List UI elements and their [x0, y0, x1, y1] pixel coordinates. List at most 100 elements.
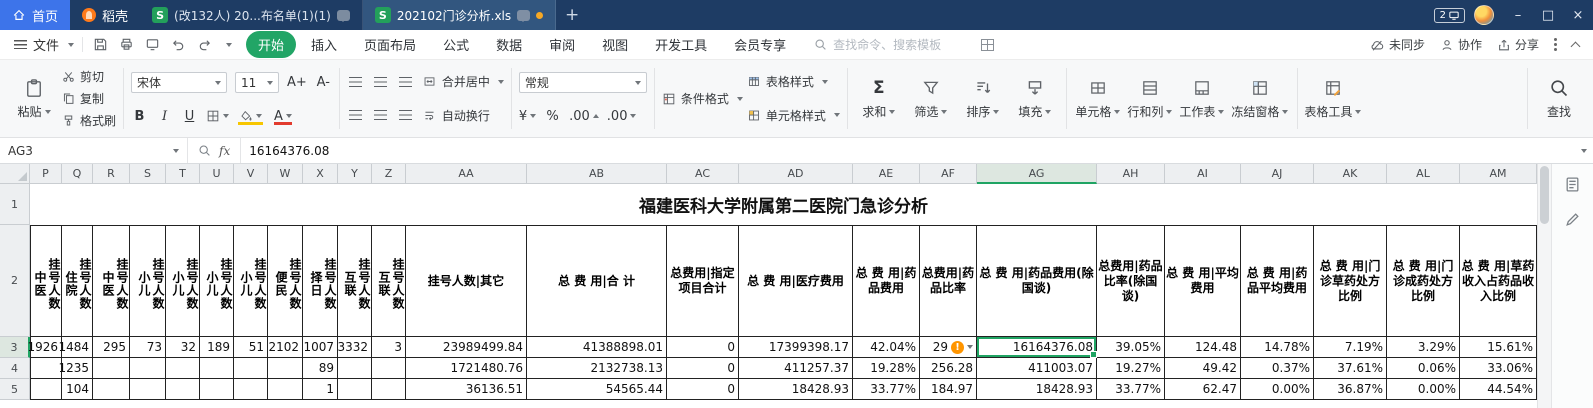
- undo-button[interactable]: [171, 37, 186, 52]
- header-cell-AI[interactable]: 总 费 用|平均费用: [1165, 225, 1241, 337]
- worksheet-button[interactable]: 工作表: [1176, 63, 1228, 134]
- maximize-button[interactable]: □: [1533, 0, 1563, 30]
- row-header-3[interactable]: 3: [0, 337, 30, 358]
- header-cell-Z[interactable]: 挂号人数 互联: [372, 225, 406, 337]
- column-header-AD[interactable]: AD: [739, 164, 853, 184]
- cell-AB4[interactable]: 2132738.13: [527, 358, 667, 379]
- font-name-select[interactable]: 宋体: [131, 72, 228, 93]
- column-header-W[interactable]: W: [268, 164, 303, 184]
- grow-font-button[interactable]: A+: [287, 74, 307, 92]
- sidebar-edit-icon[interactable]: [1564, 211, 1581, 228]
- cell-Q4[interactable]: 1235: [58, 358, 93, 379]
- cell-V3[interactable]: 51: [234, 337, 268, 358]
- cell-AL3[interactable]: 3.29%: [1387, 337, 1460, 358]
- column-header-Y[interactable]: Y: [338, 164, 372, 184]
- cell-W5[interactable]: [268, 379, 303, 400]
- italic-button[interactable]: I: [156, 107, 173, 125]
- menu-tab-4[interactable]: 数据: [484, 31, 534, 58]
- cell-S4[interactable]: [130, 358, 166, 379]
- cell-R5[interactable]: [93, 379, 130, 400]
- cell-Z3[interactable]: 3: [372, 337, 406, 358]
- quick-access-dropdown-icon[interactable]: [226, 42, 233, 47]
- cell-AD3[interactable]: 17399398.17: [739, 337, 853, 358]
- cell-AF3[interactable]: 29!: [920, 337, 977, 358]
- cell-AG3[interactable]: 16164376.08: [977, 337, 1097, 358]
- row-header-4[interactable]: 4: [0, 358, 30, 379]
- header-cell-AA[interactable]: 挂号人数|其它: [406, 225, 527, 337]
- header-cell-AE[interactable]: 总 费 用|药品费用: [853, 225, 920, 337]
- cell-AI4[interactable]: 49.42: [1165, 358, 1241, 379]
- window-count-badge[interactable]: 2: [1433, 7, 1465, 23]
- merged-title-cell[interactable]: 福建医科大学附属第二医院门急诊分析: [30, 184, 1537, 225]
- column-header-AC[interactable]: AC: [667, 164, 739, 184]
- cell-W3[interactable]: 2102: [268, 337, 303, 358]
- align-left-button[interactable]: [347, 106, 364, 124]
- cell-AA4[interactable]: 1721480.76: [406, 358, 527, 379]
- cell-AK3[interactable]: 7.19%: [1314, 337, 1387, 358]
- freeze-panes-button[interactable]: 冻结窗格: [1228, 63, 1292, 134]
- cell-S5[interactable]: [130, 379, 166, 400]
- header-cell-AH[interactable]: 总费用|药品比率(除国谈): [1097, 225, 1165, 337]
- bold-button[interactable]: B: [131, 107, 148, 125]
- cell-AI3[interactable]: 124.48: [1165, 337, 1241, 358]
- cell-AH3[interactable]: 39.05%: [1097, 337, 1165, 358]
- error-warning-icon[interactable]: !: [951, 340, 964, 354]
- decrease-decimal-button[interactable]: .00: [607, 107, 637, 125]
- cell-P5[interactable]: [30, 379, 62, 400]
- cell-AL4[interactable]: 0.06%: [1387, 358, 1460, 379]
- column-header-AI[interactable]: AI: [1165, 164, 1241, 184]
- scrollbar-thumb[interactable]: [1540, 166, 1549, 224]
- column-header-AE[interactable]: AE: [853, 164, 920, 184]
- conditional-format-button[interactable]: 条件格式: [662, 90, 743, 107]
- header-cell-AK[interactable]: 总 费 用|门诊草药处方比例: [1314, 225, 1387, 337]
- cut-button[interactable]: 剪切: [62, 68, 116, 85]
- command-search[interactable]: [814, 37, 995, 52]
- file-menu-button[interactable]: 文件: [6, 35, 82, 54]
- search-input[interactable]: [833, 37, 976, 52]
- name-box[interactable]: AG3: [0, 138, 188, 163]
- column-header-U[interactable]: U: [200, 164, 234, 184]
- print-button[interactable]: [119, 37, 134, 52]
- font-size-select[interactable]: 11: [235, 72, 280, 93]
- docer-tab[interactable]: 稻壳: [70, 0, 140, 30]
- column-header-AL[interactable]: AL: [1387, 164, 1460, 184]
- cell-AC3[interactable]: 0: [667, 337, 739, 358]
- cell-AD4[interactable]: 411257.37: [739, 358, 853, 379]
- header-cell-AM[interactable]: 总 费 用|草药收入占药品收入比例: [1460, 225, 1537, 337]
- cell-AJ5[interactable]: 0.00%: [1241, 379, 1314, 400]
- save-button[interactable]: [93, 37, 108, 52]
- wrap-text-button[interactable]: 自动换行: [422, 107, 490, 124]
- header-cell-W[interactable]: 挂号人数 便民: [268, 225, 303, 337]
- redo-button[interactable]: [197, 37, 212, 52]
- cell-AM4[interactable]: 33.06%: [1460, 358, 1537, 379]
- column-header-AA[interactable]: AA: [406, 164, 527, 184]
- borders-button[interactable]: [206, 107, 230, 125]
- cell-AK4[interactable]: 37.61%: [1314, 358, 1387, 379]
- cell-AC4[interactable]: 0: [667, 358, 739, 379]
- select-all-corner[interactable]: [0, 164, 30, 184]
- menu-tab-1[interactable]: 插入: [299, 31, 349, 58]
- header-cell-Q[interactable]: 挂号人数 住院: [62, 225, 93, 337]
- warning-dropdown-caret[interactable]: [967, 345, 973, 349]
- percent-format-button[interactable]: %: [544, 107, 561, 125]
- column-header-AM[interactable]: AM: [1460, 164, 1537, 184]
- share-button[interactable]: 分享: [1497, 36, 1539, 53]
- cell-Q5[interactable]: 104: [62, 379, 93, 400]
- sort-button[interactable]: 排序: [957, 63, 1009, 134]
- cell-T3[interactable]: 32: [166, 337, 200, 358]
- cell-AF5[interactable]: 184.97: [920, 379, 977, 400]
- cell-X5[interactable]: 1: [303, 379, 338, 400]
- column-header-AG[interactable]: AG: [977, 164, 1097, 184]
- menu-tab-0[interactable]: 开始: [246, 31, 297, 58]
- cell-X3[interactable]: 1007: [303, 337, 338, 358]
- cell-Z4[interactable]: [372, 358, 406, 379]
- cells-button[interactable]: 单元格: [1072, 63, 1124, 134]
- filter-button[interactable]: 筛选: [905, 63, 957, 134]
- header-cell-AF[interactable]: 总费用|药品比率: [920, 225, 977, 337]
- minimize-button[interactable]: –: [1503, 0, 1533, 30]
- fill-color-button[interactable]: [237, 107, 264, 125]
- cell-AE4[interactable]: 19.28%: [853, 358, 920, 379]
- increase-decimal-button[interactable]: .00: [569, 107, 599, 125]
- table-style-button[interactable]: 表格样式: [747, 73, 840, 90]
- row-header-5[interactable]: 5: [0, 379, 30, 400]
